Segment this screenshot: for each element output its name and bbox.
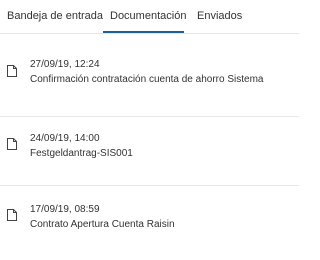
document-item[interactable]: 17/09/19, 08:59 Contrato Apertura Cuenta… <box>0 194 299 260</box>
tab-inbox[interactable]: Bandeja de entrada <box>7 0 103 33</box>
document-title: Confirmación contratación cuenta de ahor… <box>30 74 264 85</box>
document-icon <box>7 209 17 221</box>
document-list: 27/09/19, 12:24 Confirmación contratació… <box>0 34 299 248</box>
document-date: 17/09/19, 08:59 <box>30 204 100 215</box>
tab-documents[interactable]: Documentación <box>110 0 186 33</box>
document-item[interactable]: 24/09/19, 14:00 Festgeldantrag-SIS001 <box>0 123 299 189</box>
divider <box>0 185 299 186</box>
document-item[interactable]: 27/09/19, 12:24 Confirmación contratació… <box>0 49 299 115</box>
document-date: 27/09/19, 12:24 <box>30 59 100 70</box>
document-icon <box>7 138 17 150</box>
divider <box>0 116 299 117</box>
document-date: 24/09/19, 14:00 <box>30 133 100 144</box>
active-tab-indicator <box>103 31 184 33</box>
document-icon <box>7 65 17 77</box>
document-title: Contrato Apertura Cuenta Raisin <box>30 219 175 230</box>
document-title: Festgeldantrag-SIS001 <box>30 148 133 159</box>
tab-bar: Bandeja de entrada Documentación Enviado… <box>0 0 299 34</box>
tab-sent[interactable]: Enviados <box>197 0 242 33</box>
